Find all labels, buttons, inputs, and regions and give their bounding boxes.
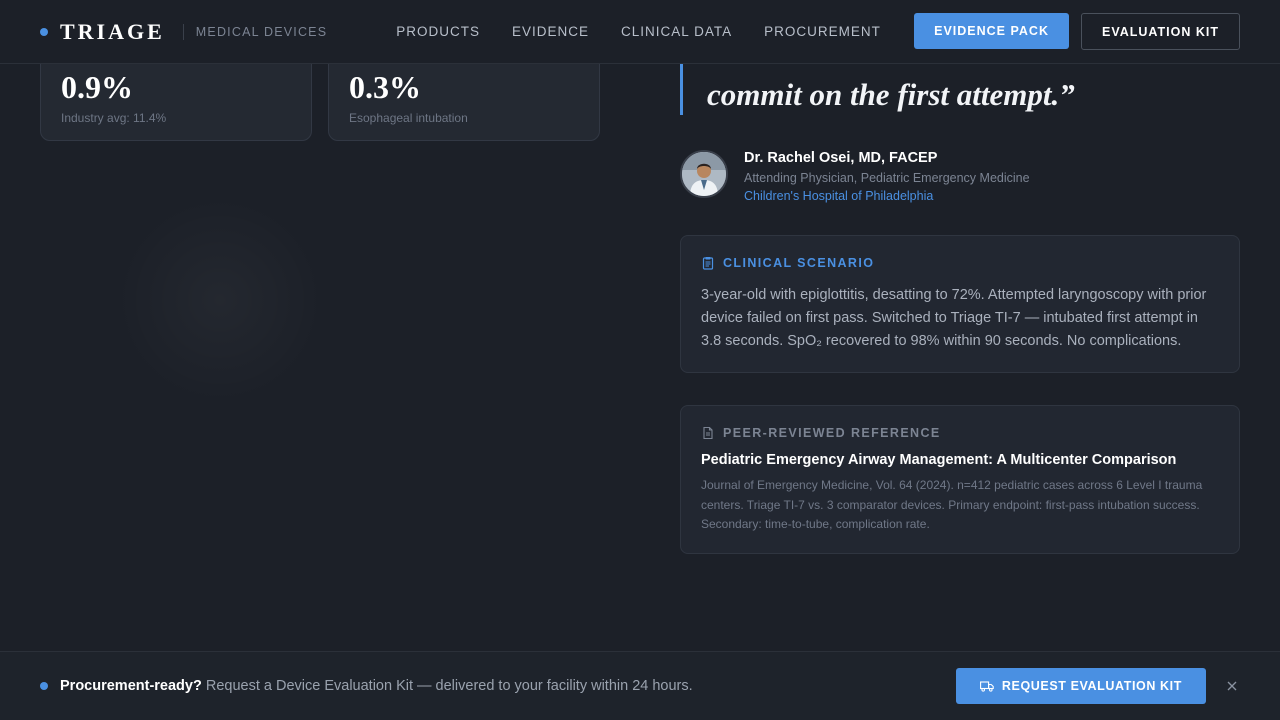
quote-text: commit on the first attempt.” [707,77,1075,112]
stat-value: 0.9% [61,69,133,105]
banner-text: Request a Device Evaluation Kit — delive… [201,678,693,694]
brand-subtitle: MEDICAL DEVICES [195,24,328,39]
nav-clinical-data[interactable]: CLINICAL DATA [621,24,732,39]
truck-icon [979,681,994,692]
quote-author: Dr. Rachel Osei, MD, FACEP Attending Phy… [680,150,1030,203]
author-name: Dr. Rachel Osei, MD, FACEP [744,150,938,166]
request-button-label: REQUEST EVALUATION KIT [1001,679,1182,693]
brand-name: TRIAGE [60,18,165,44]
procurement-banner: Procurement-ready? Request a Device Eval… [0,651,1280,720]
author-details: Dr. Rachel Osei, MD, FACEP Attending Phy… [744,150,1030,203]
brand-dot-icon [40,27,48,36]
document-icon [703,426,713,440]
panel-header: CLINICAL SCENARIO [701,256,1219,270]
banner-dot-icon [40,682,48,690]
main-nav: PRODUCTS EVIDENCE CLINICAL DATA PROCUREM… [396,24,913,39]
clinical-scenario-panel: CLINICAL SCENARIO 3-year-old with epiglo… [680,235,1240,373]
reference-title[interactable]: Pediatric Emergency Airway Management: A… [701,452,1219,468]
stat-caption: Esophageal intubation [349,111,468,125]
site-header: TRIAGE MEDICAL DEVICES PRODUCTS EVIDENCE… [0,0,1280,64]
close-icon[interactable] [1224,678,1240,694]
stat-caption: Industry avg: 11.4% [61,111,167,125]
banner-message: Procurement-ready? Request a Device Eval… [60,678,693,694]
author-role: Attending Physician, Pediatric Emergency… [744,171,1030,185]
scenario-text: 3-year-old with epiglottitis, desatting … [701,287,1207,349]
request-evaluation-kit-button[interactable]: REQUEST EVALUATION KIT [955,668,1206,704]
avatar [680,150,728,198]
stat-value: 0.3% [349,69,421,105]
nav-procurement[interactable]: PROCUREMENT [764,24,881,39]
header-actions: EVIDENCE PACK EVALUATION KIT [914,13,1240,50]
clipboard-icon [702,257,714,270]
evaluation-kit-button[interactable]: EVALUATION KIT [1080,13,1240,50]
evidence-pack-button[interactable]: EVIDENCE PACK [914,13,1069,49]
panel-label: CLINICAL SCENARIO [723,256,875,270]
panel-header: PEER-REVIEWED REFERENCE [701,426,1219,440]
banner-strong: Procurement-ready? [60,678,202,694]
peer-reviewed-reference-panel: PEER-REVIEWED REFERENCE Pediatric Emerge… [680,405,1240,554]
nav-evidence[interactable]: EVIDENCE [512,24,589,39]
brand[interactable]: TRIAGE MEDICAL DEVICES [40,19,327,45]
background-glow [110,200,330,400]
brand-divider [182,23,184,40]
nav-products[interactable]: PRODUCTS [396,24,480,39]
reference-details: Journal of Emergency Medicine, Vol. 64 (… [701,478,1203,531]
author-organization[interactable]: Children's Hospital of Philadelphia [744,189,1030,203]
panel-label: PEER-REVIEWED REFERENCE [723,426,941,440]
